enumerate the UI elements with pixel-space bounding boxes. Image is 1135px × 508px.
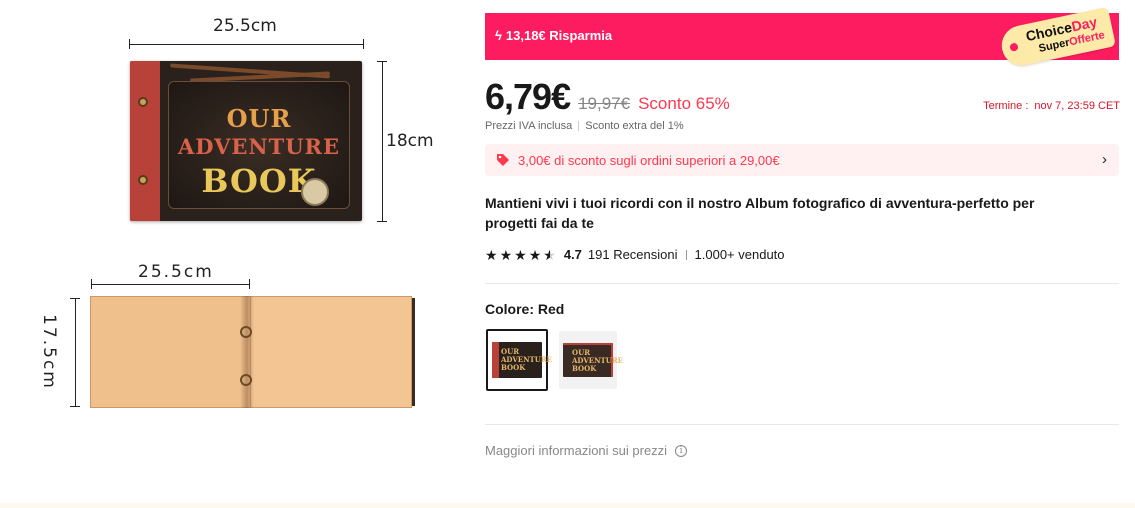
savings-text: 13,18€ Risparmia bbox=[505, 28, 613, 43]
tag-hole bbox=[1009, 42, 1019, 52]
tax-row: Prezzi IVA inclusa Sconto extra del 1% bbox=[485, 120, 684, 132]
star-rating: ★ ★ ★ ★ ★ bbox=[485, 248, 556, 262]
page-left bbox=[90, 296, 250, 408]
star-half-icon: ★ bbox=[543, 248, 556, 262]
star-icon: ★ bbox=[485, 246, 498, 263]
color-label: Colore: Red bbox=[485, 301, 565, 317]
dimension-line bbox=[130, 44, 364, 45]
lightning-icon: ϟ bbox=[495, 28, 502, 43]
product-title: Mantieni vivi i tuoi ricordi con il nost… bbox=[485, 195, 1035, 231]
open-book-illustration bbox=[90, 296, 415, 408]
cover-edge bbox=[412, 298, 415, 406]
dimension-cap bbox=[129, 39, 130, 49]
rating-row: ★ ★ ★ ★ ★ 4.7 191 Recensioni 1.000+ vend… bbox=[485, 247, 785, 262]
ring-icon bbox=[138, 175, 148, 185]
cover-title-line: OUR bbox=[226, 104, 292, 133]
reviews-link[interactable]: 191 Recensioni bbox=[588, 247, 678, 262]
page-right bbox=[250, 296, 412, 408]
divider bbox=[485, 424, 1119, 425]
dimension-width-top: 25.5cm bbox=[213, 16, 277, 36]
page-gutter bbox=[240, 296, 254, 408]
mini-spine bbox=[492, 342, 499, 378]
dimension-cap bbox=[249, 279, 250, 289]
dimension-cap bbox=[363, 39, 364, 49]
bottom-strip bbox=[0, 503, 1135, 508]
sold-count: 1.000+ venduto bbox=[694, 247, 785, 262]
info-icon[interactable]: i bbox=[675, 444, 688, 457]
divider bbox=[485, 283, 1119, 284]
book-spine bbox=[130, 61, 160, 221]
color-option-selected[interactable]: OUR ADVENTURE BOOK bbox=[486, 329, 552, 391]
ring-icon bbox=[240, 326, 252, 338]
dimension-line bbox=[75, 298, 76, 406]
dimension-cap bbox=[377, 61, 387, 62]
current-price: 6,79€ bbox=[485, 76, 571, 117]
dimension-height-top: 18cm bbox=[386, 131, 434, 151]
mini-title: OUR ADVENTURE BOOK bbox=[572, 348, 624, 373]
savings-text-container: ϟ 13,18€ Risparmia bbox=[495, 28, 612, 43]
ring-icon bbox=[240, 374, 252, 386]
price-info-link[interactable]: Maggiori informazioni sui prezzi i bbox=[485, 443, 688, 458]
deadline: Termine : nov 7, 23:59 CET bbox=[983, 100, 1120, 112]
dimension-cap bbox=[91, 279, 92, 289]
swatch-thumbnail: OUR ADVENTURE BOOK bbox=[492, 342, 552, 378]
star-icon: ★ bbox=[514, 246, 527, 263]
separator bbox=[578, 121, 580, 131]
more-info-text: Maggiori informazioni sui prezzi bbox=[485, 443, 668, 458]
mini-title: OUR ADVENTURE BOOK bbox=[501, 347, 553, 372]
star-icon: ★ bbox=[499, 246, 513, 263]
badge-icon bbox=[301, 178, 329, 206]
tax-note: Prezzi IVA inclusa bbox=[485, 120, 573, 132]
dimension-width-bottom: 25.5cm bbox=[138, 262, 214, 282]
book-cover-illustration: OUR ADVENTURE BOOK bbox=[130, 61, 362, 221]
dimension-cap bbox=[70, 406, 80, 407]
tag-icon bbox=[496, 153, 510, 167]
dimension-line bbox=[382, 61, 383, 221]
dimension-cap bbox=[377, 221, 387, 222]
original-price: 19,97€ bbox=[578, 94, 631, 113]
deadline-value: nov 7, 23:59 CET bbox=[1034, 100, 1120, 112]
chevron-right-icon[interactable]: › bbox=[1102, 151, 1107, 168]
discount-label: Sconto 65% bbox=[638, 94, 730, 113]
ring-icon bbox=[138, 97, 148, 107]
dimension-line bbox=[92, 284, 250, 285]
color-option[interactable]: OUR ADVENTURE BOOK bbox=[559, 331, 623, 389]
star-icon: ★ bbox=[528, 246, 542, 263]
swatch-thumbnail: OUR ADVENTURE BOOK bbox=[563, 343, 623, 377]
deadline-label: Termine : bbox=[983, 100, 1029, 112]
price-row: 6,79€ 19,97€ Sconto 65% bbox=[485, 76, 730, 118]
separator bbox=[685, 249, 687, 260]
dimension-height-bottom: 17.5cm bbox=[39, 314, 59, 390]
extra-discount: Sconto extra del 1% bbox=[585, 120, 684, 132]
rating-value: 4.7 bbox=[563, 247, 582, 262]
book-panel: OUR ADVENTURE BOOK bbox=[168, 81, 350, 209]
cover-title-line: ADVENTURE bbox=[177, 134, 341, 159]
coupon-text: 3,00€ di sconto sugli ordini superiori a… bbox=[518, 152, 780, 168]
product-image: 25.5cm 18cm OUR ADVENTURE BOOK 25.5cm 17… bbox=[0, 0, 470, 508]
dimension-cap bbox=[70, 298, 80, 299]
coupon-banner[interactable]: 3,00€ di sconto sugli ordini superiori a… bbox=[485, 144, 1119, 176]
